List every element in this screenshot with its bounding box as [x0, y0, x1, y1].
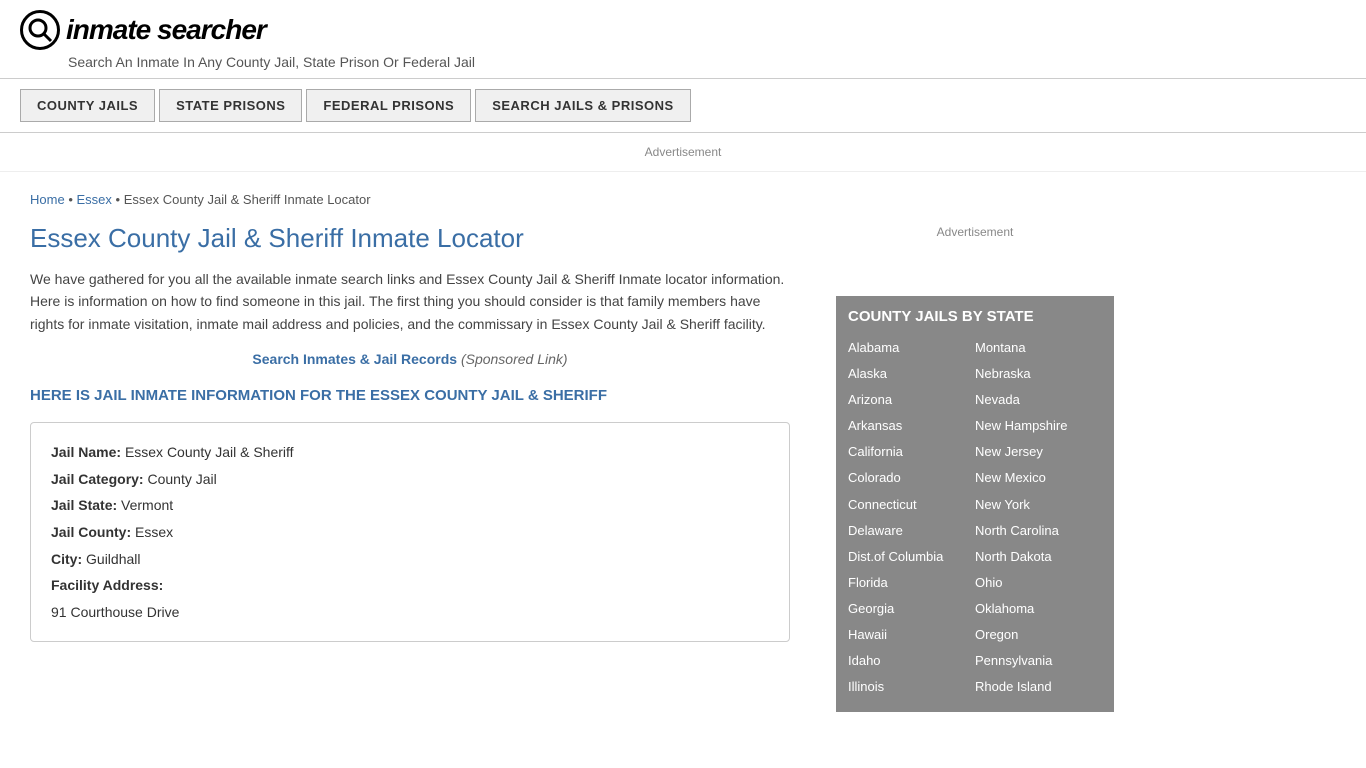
state-link[interactable]: Oregon	[975, 622, 1102, 648]
jail-category-row: Jail Category: County Jail	[51, 466, 769, 493]
jail-county-value: Essex	[135, 524, 173, 540]
state-link[interactable]: Alaska	[848, 361, 975, 387]
jail-address-value-row: 91 Courthouse Drive	[51, 599, 769, 626]
page-title: Essex County Jail & Sheriff Inmate Locat…	[30, 223, 790, 254]
search-jails-button[interactable]: SEARCH JAILS & PRISONS	[475, 89, 690, 122]
state-link[interactable]: North Dakota	[975, 544, 1102, 570]
sidebar-ad: Advertisement	[836, 182, 1114, 282]
breadcrumb-essex[interactable]: Essex	[76, 192, 111, 207]
sponsored-link[interactable]: Search Inmates & Jail Records	[252, 351, 457, 367]
state-link[interactable]: Arkansas	[848, 413, 975, 439]
state-link[interactable]: Delaware	[848, 518, 975, 544]
sidebar: Advertisement COUNTY JAILS BY STATE Alab…	[820, 172, 1130, 722]
state-widget: COUNTY JAILS BY STATE AlabamaAlaskaArizo…	[836, 296, 1114, 712]
state-link[interactable]: Idaho	[848, 648, 975, 674]
description: We have gathered for you all the availab…	[30, 268, 790, 335]
logo-icon	[20, 10, 60, 50]
state-prisons-button[interactable]: STATE PRISONS	[159, 89, 302, 122]
ad-banner: Advertisement	[0, 133, 1366, 172]
state-link[interactable]: New York	[975, 492, 1102, 518]
state-link[interactable]: Georgia	[848, 596, 975, 622]
state-link[interactable]: Pennsylvania	[975, 648, 1102, 674]
jail-name-label: Jail Name:	[51, 444, 121, 460]
content-area: Home • Essex • Essex County Jail & Sheri…	[0, 172, 820, 722]
nav-bar: COUNTY JAILS STATE PRISONS FEDERAL PRISO…	[0, 79, 1366, 133]
jail-name-row: Jail Name: Essex County Jail & Sheriff	[51, 439, 769, 466]
state-link[interactable]: Rhode Island	[975, 674, 1102, 700]
jail-county-row: Jail County: Essex	[51, 519, 769, 546]
jail-address-value: 91 Courthouse Drive	[51, 604, 179, 620]
jail-state-row: Jail State: Vermont	[51, 492, 769, 519]
jail-county-label: Jail County:	[51, 524, 131, 540]
state-link[interactable]: Nebraska	[975, 361, 1102, 387]
county-jails-button[interactable]: COUNTY JAILS	[20, 89, 155, 122]
logo-area: inmate searcher	[20, 10, 1346, 50]
jail-address-row: Facility Address:	[51, 572, 769, 599]
state-link[interactable]: Illinois	[848, 674, 975, 700]
state-link[interactable]: New Mexico	[975, 465, 1102, 491]
state-col-right: MontanaNebraskaNevadaNew HampshireNew Je…	[975, 335, 1102, 700]
state-link[interactable]: Alabama	[848, 335, 975, 361]
state-col-left: AlabamaAlaskaArizonaArkansasCaliforniaCo…	[848, 335, 975, 700]
sponsored-tag: (Sponsored Link)	[461, 351, 568, 367]
sidebar-ad-label: Advertisement	[937, 225, 1014, 239]
sponsored-link-section: Search Inmates & Jail Records (Sponsored…	[30, 351, 790, 367]
jail-city-label: City:	[51, 551, 82, 567]
jail-info-box: Jail Name: Essex County Jail & Sheriff J…	[30, 422, 790, 642]
jail-state-label: Jail State:	[51, 497, 117, 513]
state-link[interactable]: Connecticut	[848, 492, 975, 518]
federal-prisons-button[interactable]: FEDERAL PRISONS	[306, 89, 471, 122]
state-link[interactable]: California	[848, 439, 975, 465]
state-link[interactable]: Florida	[848, 570, 975, 596]
header: inmate searcher Search An Inmate In Any …	[0, 0, 1366, 79]
state-link[interactable]: New Jersey	[975, 439, 1102, 465]
state-link[interactable]: Colorado	[848, 465, 975, 491]
state-link[interactable]: Hawaii	[848, 622, 975, 648]
breadcrumb: Home • Essex • Essex County Jail & Sheri…	[30, 192, 790, 207]
logo-text: inmate searcher	[66, 14, 266, 46]
jail-city-row: City: Guildhall	[51, 546, 769, 573]
ad-banner-label: Advertisement	[645, 145, 722, 159]
state-link[interactable]: Ohio	[975, 570, 1102, 596]
jail-state-value: Vermont	[121, 497, 173, 513]
breadcrumb-home[interactable]: Home	[30, 192, 65, 207]
state-link[interactable]: North Carolina	[975, 518, 1102, 544]
state-link[interactable]: New Hampshire	[975, 413, 1102, 439]
jail-category-label: Jail Category:	[51, 471, 144, 487]
section-heading: HERE IS JAIL INMATE INFORMATION FOR THE …	[30, 385, 790, 406]
jail-category-value: County Jail	[147, 471, 216, 487]
state-columns: AlabamaAlaskaArizonaArkansasCaliforniaCo…	[848, 335, 1102, 700]
jail-name-value: Essex County Jail & Sheriff	[125, 444, 294, 460]
site-tagline: Search An Inmate In Any County Jail, Sta…	[68, 54, 1346, 70]
state-widget-title: COUNTY JAILS BY STATE	[848, 308, 1102, 325]
state-link[interactable]: Montana	[975, 335, 1102, 361]
jail-address-label: Facility Address:	[51, 577, 163, 593]
main-layout: Home • Essex • Essex County Jail & Sheri…	[0, 172, 1366, 722]
state-link[interactable]: Oklahoma	[975, 596, 1102, 622]
state-link[interactable]: Nevada	[975, 387, 1102, 413]
jail-city-value: Guildhall	[86, 551, 140, 567]
state-link[interactable]: Dist.of Columbia	[848, 544, 975, 570]
breadcrumb-current: Essex County Jail & Sheriff Inmate Locat…	[124, 192, 371, 207]
state-link[interactable]: Arizona	[848, 387, 975, 413]
